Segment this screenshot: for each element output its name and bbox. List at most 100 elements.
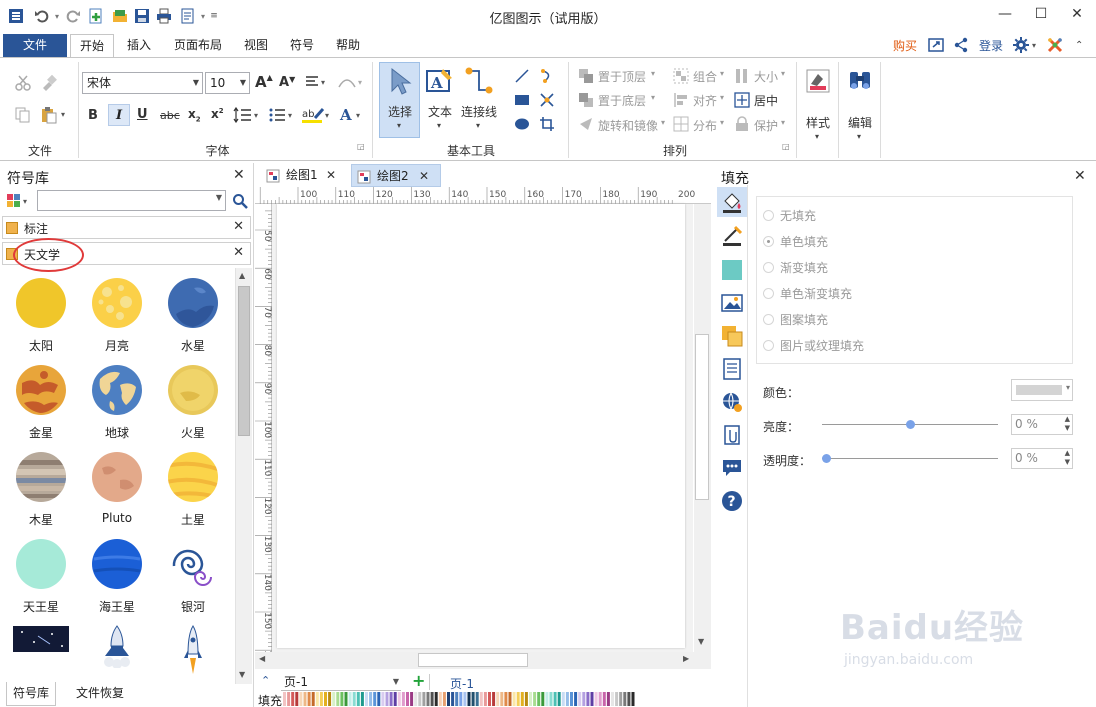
edit-dropdown-icon[interactable]: ▾ — [857, 132, 861, 141]
curve-tool-icon[interactable] — [538, 67, 556, 85]
close-library-icon[interactable]: ✕ — [233, 219, 244, 234]
color-swatch[interactable] — [430, 692, 434, 706]
radio-pattern-fill[interactable]: 图案填充 — [763, 311, 828, 328]
color-swatch[interactable] — [447, 692, 450, 706]
color-swatch[interactable] — [578, 692, 582, 706]
close-tab-icon[interactable]: ✕ — [419, 165, 429, 187]
drawing-page[interactable] — [277, 204, 685, 648]
bring-front-label[interactable]: 置于顶层 — [598, 68, 646, 85]
color-swatch[interactable] — [537, 692, 541, 706]
page-nav-up-icon[interactable]: ⌃ — [261, 674, 270, 687]
connector-tool-icon[interactable] — [464, 66, 494, 96]
font-color-icon[interactable]: A ▾ — [338, 105, 366, 125]
color-swatch[interactable] — [406, 692, 409, 706]
center-label[interactable]: 居中 — [754, 92, 778, 109]
color-swatch[interactable] — [541, 692, 545, 706]
rotate-mirror-dropdown-icon[interactable]: ▾ — [661, 118, 665, 127]
library-menu-icon[interactable]: ▾ — [5, 190, 33, 211]
cut-icon[interactable] — [12, 72, 34, 94]
color-swatch[interactable] — [586, 692, 590, 706]
scroll-left-icon[interactable]: ◀ — [259, 654, 265, 663]
color-swatch[interactable] — [360, 692, 364, 706]
strikethrough-button[interactable]: abc — [160, 109, 180, 122]
settings-dropdown-icon[interactable]: ▾ — [1032, 37, 1036, 55]
center-icon[interactable] — [734, 92, 750, 108]
color-swatch[interactable] — [500, 692, 504, 706]
italic-button[interactable]: I — [108, 104, 130, 126]
color-swatch[interactable] — [590, 692, 594, 706]
color-swatch[interactable] — [389, 692, 393, 706]
style-icon[interactable] — [804, 67, 832, 95]
symbol-item-mercury[interactable]: 水星 — [155, 276, 231, 354]
size-icon[interactable] — [734, 68, 750, 84]
group-icon[interactable] — [673, 68, 689, 84]
color-swatch[interactable] — [606, 692, 610, 706]
style-label[interactable]: 样式 — [806, 114, 830, 131]
tab-symbol[interactable]: 符号 — [282, 34, 322, 57]
font-name-combo[interactable]: 宋体 ▼ — [82, 72, 203, 94]
color-swatch[interactable] — [381, 692, 385, 706]
align-icon[interactable] — [673, 92, 689, 108]
color-swatch[interactable] — [504, 692, 508, 706]
symbol-item-uranus[interactable]: 天王星 — [3, 537, 79, 615]
color-swatch[interactable] — [401, 692, 405, 706]
text-tool-dropdown-icon[interactable]: ▾ — [437, 121, 441, 130]
color-swatch[interactable] — [512, 692, 516, 706]
bold-button[interactable]: B — [88, 108, 98, 123]
align-dropdown-icon[interactable]: ▾ — [720, 93, 724, 102]
protect-lock-icon[interactable] — [734, 116, 750, 132]
color-swatch[interactable] — [516, 692, 520, 706]
color-swatch[interactable] — [463, 692, 467, 706]
tab-symbol-library[interactable]: 符号库 — [6, 682, 57, 706]
symbol-item-night-sky[interactable] — [3, 624, 79, 657]
color-swatch[interactable] — [631, 692, 635, 706]
symbol-item-earth[interactable]: 地球 — [79, 363, 155, 441]
find-binoculars-icon[interactable] — [846, 67, 874, 95]
color-swatch[interactable] — [377, 692, 381, 706]
color-swatch[interactable] — [422, 692, 426, 706]
color-swatch[interactable] — [332, 692, 336, 706]
spin-arrows-icon[interactable]: ▲ ▼ — [1065, 449, 1070, 467]
add-page-icon[interactable]: + — [412, 671, 425, 690]
color-swatch[interactable] — [328, 692, 332, 706]
hyperlink-globe-icon[interactable] — [720, 390, 744, 414]
color-swatch[interactable] — [393, 692, 397, 706]
color-swatch[interactable] — [287, 692, 291, 706]
color-swatch[interactable] — [602, 692, 606, 706]
color-swatch[interactable] — [307, 692, 311, 706]
color-swatch[interactable] — [520, 692, 524, 706]
color-swatch[interactable] — [438, 692, 442, 706]
symbol-item-jupiter[interactable]: 木星 — [3, 450, 79, 528]
color-swatch[interactable] — [594, 692, 598, 706]
color-swatch[interactable] — [434, 692, 438, 706]
size-dropdown-icon[interactable]: ▾ — [781, 69, 785, 78]
color-swatch[interactable] — [623, 692, 627, 706]
tab-file-recovery[interactable]: 文件恢复 — [70, 682, 130, 706]
color-swatch[interactable] — [315, 692, 319, 706]
text-align-icon[interactable]: ▾ — [304, 73, 330, 91]
copy-icon[interactable] — [12, 104, 34, 126]
color-swatch[interactable] — [492, 692, 496, 706]
scroll-down-icon[interactable]: ▼ — [698, 637, 704, 646]
color-swatch[interactable] — [459, 692, 463, 706]
text-tool-icon[interactable]: A — [424, 66, 454, 96]
attachment-icon[interactable] — [720, 423, 744, 447]
text-tool-label[interactable]: 文本 — [428, 103, 452, 120]
shadow-color-icon[interactable] — [720, 258, 744, 282]
tab-home[interactable]: 开始 — [70, 34, 114, 58]
tab-help[interactable]: 帮助 — [328, 34, 368, 57]
color-swatch[interactable] — [319, 692, 323, 706]
color-swatch[interactable] — [385, 692, 389, 706]
line-spacing-icon[interactable]: ▾ — [233, 106, 263, 124]
scrollbar-thumb[interactable] — [418, 653, 528, 667]
rectangle-tool-icon[interactable] — [513, 91, 531, 109]
close-tab-icon[interactable]: ✕ — [326, 164, 336, 186]
color-swatches[interactable] — [283, 692, 639, 706]
color-swatch[interactable] — [283, 692, 286, 706]
canvas-vertical-scrollbar[interactable]: ▼ — [694, 204, 711, 652]
ellipse-tool-icon[interactable] — [513, 115, 531, 133]
underline-button[interactable]: U — [137, 107, 148, 122]
scrollbar-thumb[interactable] — [238, 286, 250, 436]
page-select[interactable]: 页-1 ▼ — [281, 673, 401, 691]
rotate-mirror-label[interactable]: 旋转和镜像 — [598, 117, 658, 134]
